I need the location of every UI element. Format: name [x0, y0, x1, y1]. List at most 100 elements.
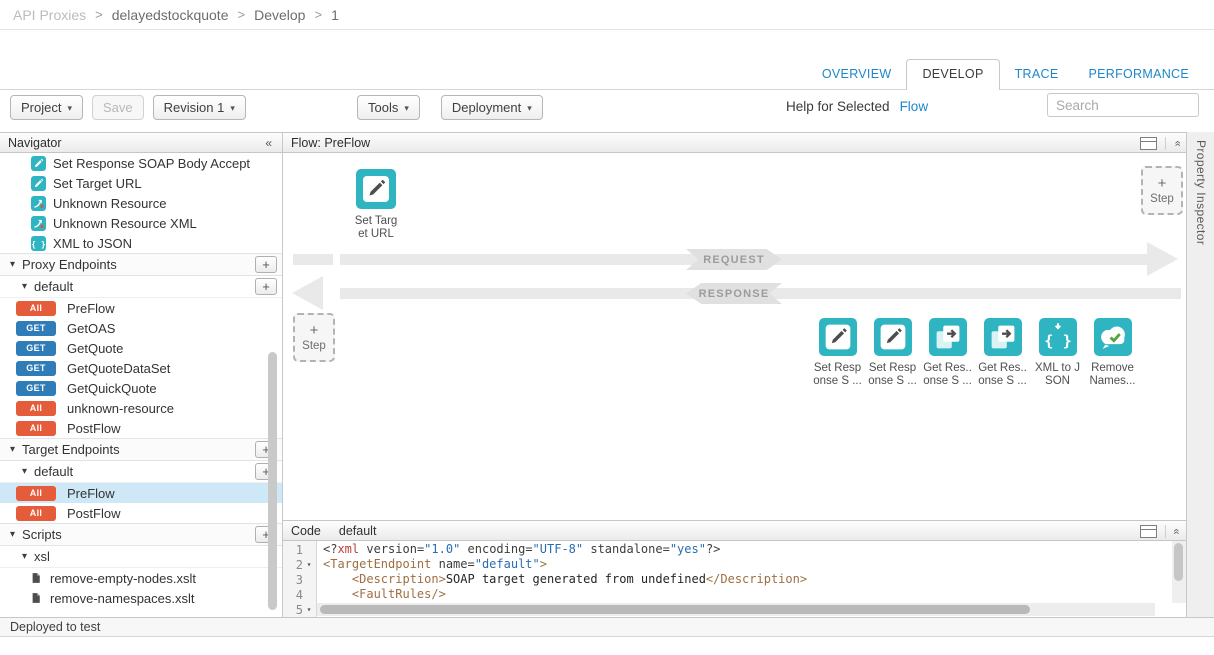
request-line-segment — [293, 254, 333, 265]
chevron-down-icon: ▾ — [230, 103, 235, 114]
maximize-panel-icon[interactable] — [1140, 137, 1157, 150]
nav-flow-proxy-postflow[interactable]: All PostFlow — [0, 418, 282, 438]
plus-icon: + — [1158, 177, 1167, 191]
collapse-panel-icon[interactable]: » — [1171, 528, 1182, 534]
nav-group-xsl[interactable]: ▾ xsl — [0, 546, 282, 568]
chevron-down-icon: ▾ — [404, 103, 409, 114]
verb-badge-all: All — [16, 401, 56, 416]
flow-policy-set-target-url[interactable]: Set Targ et URL — [346, 169, 406, 241]
raise-fault-icon — [31, 216, 46, 231]
help-flow-link[interactable]: Flow — [900, 99, 929, 114]
tab-performance[interactable]: PERFORMANCE — [1073, 60, 1204, 89]
breadcrumb-separator: > — [95, 7, 103, 22]
deployment-menu-button[interactable]: Deployment ▾ — [441, 95, 543, 120]
navigator-panel: Navigator « Set Response SOAP Body Accep… — [0, 132, 283, 617]
flow-policy-get-response-1[interactable]: Get Res..onse S ... — [920, 318, 975, 388]
code-panel-title: Code — [291, 524, 321, 538]
nav-policy-set-response-soap-body-accept[interactable]: Set Response SOAP Body Accept — [0, 153, 282, 173]
nav-file-remove-empty-nodes[interactable]: remove-empty-nodes.xslt — [0, 568, 282, 588]
response-policies-row: Set Response S ... Set Response S ... Ge… — [810, 318, 1140, 388]
request-label-tag: REQUEST — [686, 249, 782, 270]
verb-badge-all: All — [16, 486, 56, 501]
revision-menu-button[interactable]: Revision 1 ▾ — [153, 95, 246, 120]
toolbar: Project ▾ Save Revision 1 ▾ Tools ▾ Depl… — [0, 90, 1214, 132]
breadcrumb-develop[interactable]: Develop — [254, 7, 305, 23]
nav-policy-unknown-resource-xml[interactable]: Unknown Resource XML — [0, 213, 282, 233]
nav-group-proxy-default[interactable]: ▾ default + — [0, 276, 282, 298]
nav-policy-unknown-resource[interactable]: Unknown Resource — [0, 193, 282, 213]
flow-canvas: Set Targ et URL + Step REQUEST RESPONSE … — [283, 153, 1186, 520]
scrollbar-thumb[interactable] — [1174, 543, 1183, 581]
maximize-panel-icon[interactable] — [1140, 525, 1157, 538]
code-editor[interactable]: 1 2▾ 3 4 5▾ <?xml version="1.0" encoding… — [283, 541, 1186, 617]
nav-section-target-endpoints[interactable]: ▾ Target Endpoints + — [0, 438, 282, 461]
property-inspector-collapsed[interactable]: Property Inspector — [1186, 132, 1214, 617]
nav-flow-getoas[interactable]: GET GetOAS — [0, 318, 282, 338]
nav-section-scripts[interactable]: ▾ Scripts + — [0, 523, 282, 546]
nav-flow-target-postflow[interactable]: All PostFlow — [0, 503, 282, 523]
code-vertical-scrollbar[interactable] — [1172, 541, 1186, 603]
code-line-2: <TargetEndpoint name="default"> — [323, 557, 1172, 572]
nav-group-target-default[interactable]: ▾ default + — [0, 461, 282, 483]
nav-section-proxy-endpoints[interactable]: ▾ Proxy Endpoints + — [0, 253, 282, 276]
fold-toggle-icon[interactable]: ▾ — [303, 560, 315, 569]
navigator-header: Navigator « — [0, 132, 282, 153]
nav-policy-xml-to-json[interactable]: { } XML to JSON — [0, 233, 282, 253]
flow-policy-set-response-2[interactable]: Set Response S ... — [865, 318, 920, 388]
code-line-1: <?xml version="1.0" encoding="UTF-8" sta… — [323, 542, 1172, 557]
breadcrumb-proxy-name[interactable]: delayedstockquote — [112, 7, 229, 23]
tab-overview[interactable]: OVERVIEW — [807, 60, 907, 89]
flow-panel-title: Flow: PreFlow — [291, 136, 370, 150]
status-bar: Deployed to test — [0, 617, 1214, 637]
flow-policy-remove-namespaces[interactable]: RemoveNames... — [1085, 318, 1140, 388]
tab-trace[interactable]: TRACE — [1000, 60, 1074, 89]
save-button[interactable]: Save — [92, 95, 144, 120]
code-tab-default[interactable]: default — [339, 524, 377, 538]
project-menu-button[interactable]: Project ▾ — [10, 95, 83, 120]
search-input[interactable] — [1047, 93, 1199, 117]
flow-policy-xml-to-json[interactable]: { } XML to JSON — [1030, 318, 1085, 388]
add-flow-button[interactable]: + — [255, 278, 277, 295]
add-step-response-button[interactable]: + Step — [293, 313, 335, 362]
breadcrumb-revision[interactable]: 1 — [331, 7, 339, 23]
code-line-3: <Description>SOAP target generated from … — [323, 572, 1172, 587]
nav-file-remove-namespaces[interactable]: remove-namespaces.xslt — [0, 588, 282, 608]
nav-flow-unknown-resource[interactable]: All unknown-resource — [0, 398, 282, 418]
tools-menu-button[interactable]: Tools ▾ — [357, 95, 420, 120]
tree-expanded-icon: ▾ — [10, 529, 15, 540]
plus-icon: + — [310, 324, 319, 338]
breadcrumb-api-proxies[interactable]: API Proxies — [13, 7, 86, 23]
assign-message-icon — [31, 176, 46, 191]
navigator-scrollbar-thumb[interactable] — [268, 352, 277, 610]
nav-flow-getquote[interactable]: GET GetQuote — [0, 338, 282, 358]
copy-arrow-icon — [929, 318, 967, 356]
nav-policy-set-target-url[interactable]: Set Target URL — [0, 173, 282, 193]
tab-develop[interactable]: DEVELOP — [906, 59, 999, 90]
help-for-selected-label: Help for Selected — [786, 99, 890, 114]
verb-badge-get: GET — [16, 381, 56, 396]
collapse-panel-icon[interactable]: « — [1171, 140, 1182, 146]
add-step-request-button[interactable]: + Step — [1141, 166, 1183, 215]
fold-toggle-icon[interactable]: ▾ — [303, 605, 315, 614]
tree-expanded-icon: ▾ — [22, 466, 27, 477]
scrollbar-thumb[interactable] — [320, 605, 1030, 614]
svg-text:{ }: { } — [32, 238, 45, 248]
divider — [1165, 525, 1166, 538]
copy-arrow-icon — [984, 318, 1022, 356]
nav-flow-proxy-preflow[interactable]: All PreFlow — [0, 298, 282, 318]
property-inspector-title: Property Inspector — [1194, 140, 1208, 245]
nav-flow-getquickquote[interactable]: GET GetQuickQuote — [0, 378, 282, 398]
flow-policy-set-response-1[interactable]: Set Response S ... — [810, 318, 865, 388]
code-gutter: 1 2▾ 3 4 5▾ — [283, 541, 317, 617]
nav-flow-target-preflow-selected[interactable]: All PreFlow — [0, 483, 282, 503]
tree-expanded-icon: ▾ — [10, 444, 15, 455]
flow-policy-get-response-2[interactable]: Get Res..onse S ... — [975, 318, 1030, 388]
nav-flow-getquotedataset[interactable]: GET GetQuoteDataSet — [0, 358, 282, 378]
collapse-navigator-icon[interactable]: « — [265, 136, 272, 150]
deployment-status-text: Deployed to test — [10, 620, 100, 634]
response-arrow-icon — [292, 276, 323, 310]
navigator-tree: Set Response SOAP Body Accept Set Target… — [0, 153, 282, 617]
tree-expanded-icon: ▾ — [22, 551, 27, 562]
add-proxy-endpoint-button[interactable]: + — [255, 256, 277, 273]
code-horizontal-scrollbar[interactable] — [317, 603, 1155, 616]
